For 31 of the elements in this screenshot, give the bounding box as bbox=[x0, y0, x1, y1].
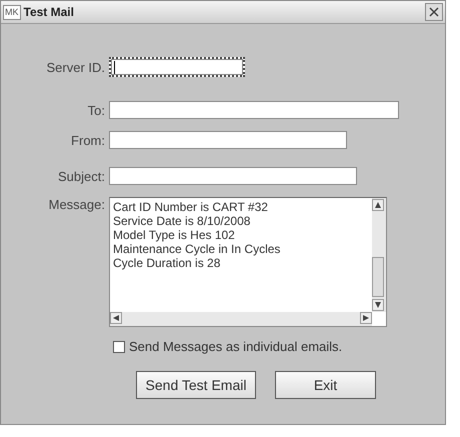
text-field[interactable] bbox=[109, 167, 357, 185]
down-arrow-icon[interactable] bbox=[375, 302, 381, 308]
vertical-scrollbar[interactable] bbox=[372, 198, 386, 312]
text-field[interactable] bbox=[109, 57, 245, 77]
field-label: Server ID. bbox=[45, 60, 106, 74]
close-icon[interactable] bbox=[429, 7, 439, 17]
right-arrow-icon[interactable] bbox=[363, 315, 369, 321]
horizontal-scrollbar[interactable] bbox=[110, 312, 372, 326]
field-label: From: bbox=[70, 132, 106, 148]
message-line: Cart ID Number is CART #32 bbox=[113, 200, 269, 214]
field-label: To: bbox=[86, 102, 106, 118]
app-icon: MK bbox=[3, 4, 20, 20]
left-arrow-icon[interactable] bbox=[113, 315, 119, 321]
close-button[interactable] bbox=[425, 3, 443, 21]
field-label: Subject: bbox=[57, 168, 106, 184]
text-field[interactable] bbox=[109, 101, 399, 119]
send-test-email-button[interactable]: Send Test Email bbox=[136, 371, 256, 399]
message-line: Cycle Duration is 28 bbox=[113, 256, 222, 270]
text-field[interactable] bbox=[109, 131, 347, 149]
scroll-thumb[interactable] bbox=[372, 257, 384, 297]
window-title: Test Mail bbox=[24, 5, 75, 19]
checkbox-label: Send Messages as individual emails. bbox=[129, 339, 342, 354]
message-line: Service Date is 8/10/2008 bbox=[113, 214, 252, 228]
message-field[interactable]: Cart ID Number is CART #32 Service Date is 8/10/2008 Model Type is Hes 102 Maintenance Cycle in In Cycles Cycle Duration is 28 bbox=[109, 197, 387, 327]
field-label: Message: bbox=[48, 197, 106, 212]
text-caret bbox=[114, 60, 115, 74]
up-arrow-icon[interactable] bbox=[375, 202, 381, 208]
exit-button[interactable]: Exit bbox=[275, 371, 376, 399]
message-line: Model Type is Hes 102 bbox=[113, 228, 236, 242]
message-line: Maintenance Cycle in In Cycles bbox=[113, 242, 282, 256]
checkbox[interactable] bbox=[113, 340, 125, 352]
